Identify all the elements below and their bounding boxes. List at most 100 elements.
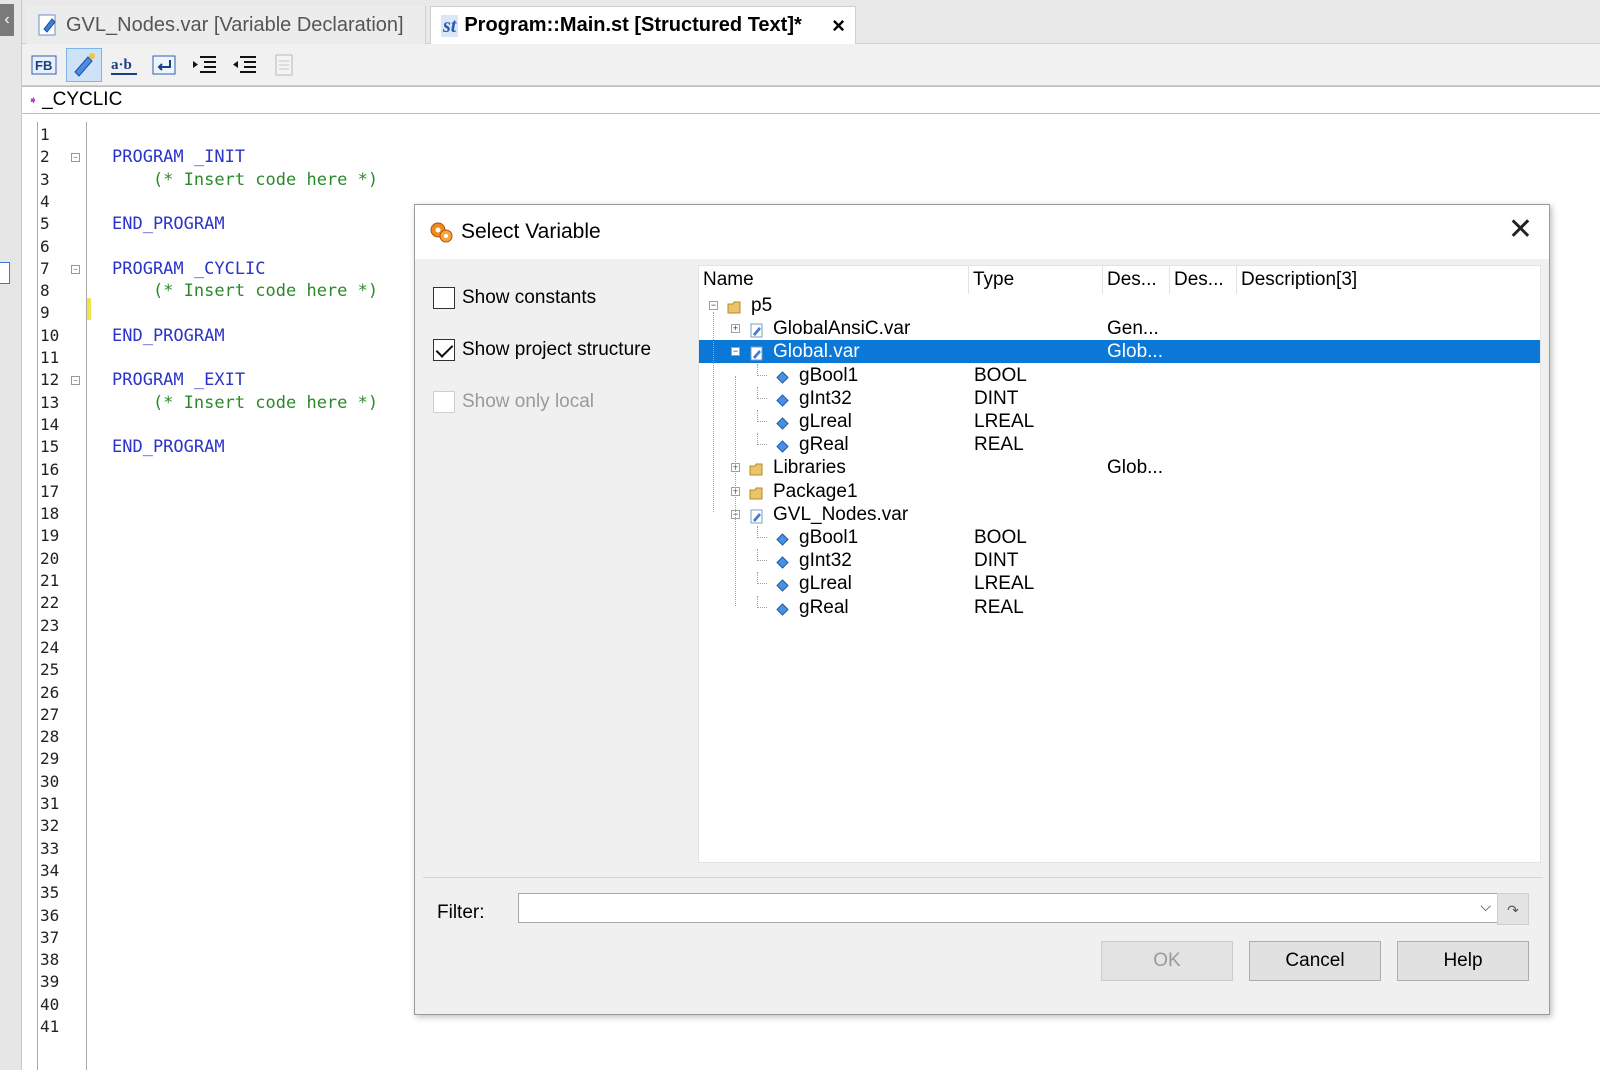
line-number: 35 bbox=[40, 883, 60, 903]
tree-connector bbox=[757, 374, 767, 376]
tree-cell-type: LREAL bbox=[974, 573, 1035, 595]
breadcrumb[interactable]: ➧ _CYCLIC bbox=[22, 86, 1600, 114]
line-number: 6 bbox=[40, 236, 50, 256]
code-comment-line[interactable]: (* Insert code here *) bbox=[112, 280, 378, 302]
var-file-icon bbox=[749, 344, 764, 361]
tree-connector bbox=[757, 397, 767, 399]
ok-button[interactable]: OK bbox=[1101, 941, 1233, 981]
var-diamond-icon bbox=[775, 553, 790, 569]
show-constants-checkbox[interactable]: Show constants bbox=[433, 287, 596, 309]
code-keyword-line[interactable]: END_PROGRAM bbox=[112, 325, 225, 347]
tree-row[interactable]: gInt32 DINT bbox=[699, 549, 1540, 572]
tree-row[interactable]: gReal REAL bbox=[699, 433, 1540, 456]
line-number: 38 bbox=[40, 950, 60, 970]
expander-icon[interactable]: − bbox=[731, 347, 740, 357]
tree-cell-type: DINT bbox=[974, 387, 1019, 409]
tree-row[interactable]: gLreal LREAL bbox=[699, 410, 1540, 433]
tree-row[interactable]: gReal REAL bbox=[699, 595, 1540, 619]
checkbox-box[interactable] bbox=[433, 339, 455, 361]
tree-cell-name: gInt32 bbox=[799, 387, 852, 409]
dialog-title-bar[interactable]: Select Variable ✕ bbox=[415, 205, 1549, 259]
expander-icon[interactable]: − bbox=[709, 301, 718, 310]
tree-row[interactable]: gBool1 BOOL bbox=[699, 363, 1540, 387]
breadcrumb-label: _CYCLIC bbox=[42, 89, 123, 110]
fold-toggle-icon[interactable]: − bbox=[71, 153, 80, 163]
svg-text:a·b: a·b bbox=[111, 57, 132, 73]
code-comment-line[interactable]: (* Insert code here *) bbox=[112, 392, 378, 414]
close-icon[interactable]: × bbox=[832, 13, 845, 39]
code-keyword-line[interactable]: END_PROGRAM bbox=[112, 213, 225, 235]
tab-main-st[interactable]: st Program::Main.st [Structured Text]* × bbox=[430, 6, 856, 44]
line-number: 5 bbox=[40, 214, 50, 234]
tree-header: Name Type Des... Des... Description[3] bbox=[699, 266, 1540, 294]
tree-row[interactable]: + Package1 bbox=[699, 480, 1540, 503]
line-number: 3 bbox=[40, 169, 50, 189]
fold-toggle-icon[interactable]: − bbox=[71, 264, 80, 274]
var-file-icon bbox=[38, 14, 56, 36]
tree-row[interactable]: − p5 bbox=[699, 294, 1540, 317]
code-keyword-line[interactable]: PROGRAM _INIT bbox=[112, 146, 245, 168]
tree-connector bbox=[757, 421, 767, 422]
tab-gvl-nodes[interactable]: GVL_Nodes.var [Variable Declaration] bbox=[26, 6, 426, 44]
column-header-desc2[interactable]: Des... bbox=[1170, 266, 1237, 294]
indent-button[interactable] bbox=[186, 48, 222, 82]
filter-apply-icon[interactable]: ↷ bbox=[1497, 893, 1529, 925]
column-header-name[interactable]: Name bbox=[699, 266, 969, 294]
show-project-structure-checkbox[interactable]: Show project structure bbox=[433, 339, 651, 361]
help-button[interactable]: Help bbox=[1397, 941, 1529, 981]
tree-cell-name: Global.var bbox=[773, 341, 860, 363]
tree-row[interactable]: + Libraries Glob... bbox=[699, 456, 1540, 479]
fold-toggle-icon[interactable]: − bbox=[71, 376, 80, 386]
line-number: 13 bbox=[40, 392, 60, 412]
tree-cell-name: Package1 bbox=[773, 480, 858, 502]
tree-row[interactable]: − GVL_Nodes.var bbox=[699, 503, 1540, 526]
code-comment-line[interactable]: (* Insert code here *) bbox=[112, 169, 378, 191]
outdent-button[interactable] bbox=[226, 48, 262, 82]
line-number: 16 bbox=[40, 459, 60, 479]
checkbox-box[interactable] bbox=[433, 287, 455, 309]
column-header-type[interactable]: Type bbox=[969, 266, 1103, 294]
select-variable-button[interactable] bbox=[66, 47, 102, 82]
page-button[interactable] bbox=[266, 48, 302, 82]
var-diamond-icon bbox=[775, 437, 790, 453]
return-button[interactable] bbox=[146, 48, 182, 82]
close-icon[interactable]: ✕ bbox=[1508, 215, 1533, 245]
expander-icon[interactable]: + bbox=[731, 324, 740, 334]
code-keyword-line[interactable]: PROGRAM _EXIT bbox=[112, 369, 245, 391]
var-diamond-icon bbox=[775, 368, 790, 384]
collapse-arrow-icon[interactable]: ‹ bbox=[0, 4, 14, 36]
tree-cell-name: p5 bbox=[751, 295, 773, 316]
folder-icon bbox=[749, 460, 764, 476]
line-number: 39 bbox=[40, 972, 60, 992]
chevron-down-icon[interactable]: ⌵ bbox=[1480, 898, 1491, 915]
editor-toolbar: FB a·b bbox=[22, 44, 1600, 86]
tree-connector bbox=[757, 386, 758, 399]
tree-row[interactable]: gInt32 DINT bbox=[699, 386, 1540, 410]
column-header-desc3[interactable]: Description[3] bbox=[1237, 266, 1540, 294]
tree-row[interactable]: − Global.var Glob... bbox=[699, 340, 1540, 364]
modified-line-marker bbox=[87, 298, 91, 320]
code-keyword-line[interactable]: END_PROGRAM bbox=[112, 436, 225, 458]
fb-button[interactable]: FB bbox=[26, 48, 62, 82]
tree-connector bbox=[757, 537, 767, 538]
app-gear-icon bbox=[430, 222, 453, 243]
tree-cell-name: gBool1 bbox=[799, 364, 859, 386]
tree-cell-type: BOOL bbox=[974, 364, 1027, 386]
tree-connector bbox=[757, 606, 767, 608]
tree-cell-type: REAL bbox=[974, 434, 1024, 456]
tree-connector bbox=[757, 526, 758, 538]
column-header-desc1[interactable]: Des... bbox=[1103, 266, 1170, 294]
line-number: 18 bbox=[40, 504, 60, 524]
line-number: 32 bbox=[40, 816, 60, 836]
separator bbox=[423, 877, 1543, 878]
var-diamond-icon bbox=[775, 391, 790, 407]
variable-tree[interactable]: Name Type Des... Des... Description[3] −… bbox=[698, 265, 1541, 863]
filter-combobox[interactable]: ⌵ bbox=[518, 893, 1498, 923]
code-keyword-line[interactable]: PROGRAM _CYCLIC bbox=[112, 258, 266, 280]
var-file-icon bbox=[749, 507, 764, 524]
tree-row[interactable]: gLreal LREAL bbox=[699, 572, 1540, 595]
tree-row[interactable]: gBool1 BOOL bbox=[699, 526, 1540, 549]
cancel-button[interactable]: Cancel bbox=[1249, 941, 1381, 981]
rename-button[interactable]: a·b bbox=[106, 48, 142, 82]
tree-row[interactable]: + GlobalAnsiC.var Gen... bbox=[699, 317, 1540, 340]
